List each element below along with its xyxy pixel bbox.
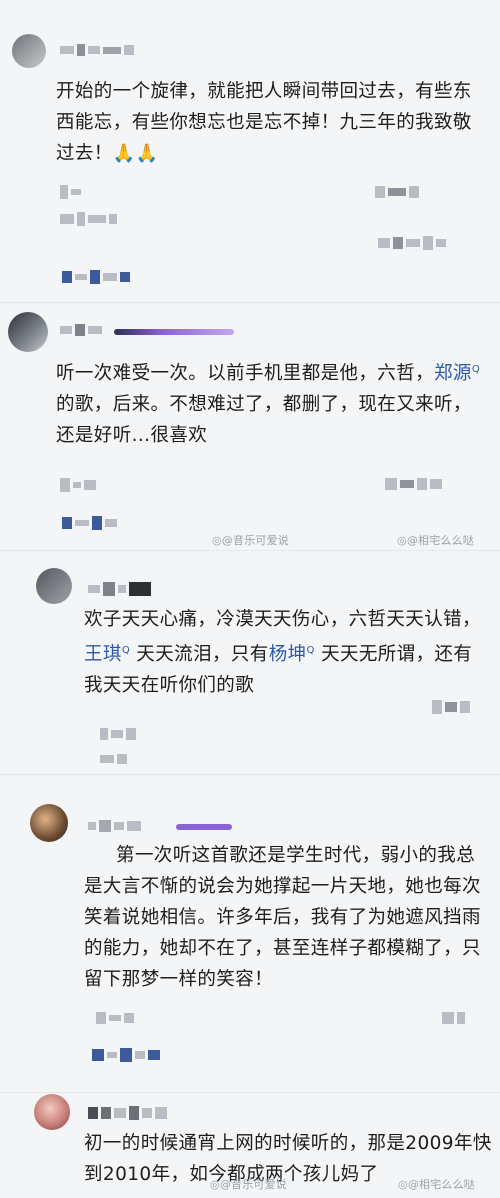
actions-censored[interactable]: [385, 478, 442, 490]
weibo-icon: ◎: [397, 534, 407, 547]
search-icon: Q: [471, 364, 481, 375]
actions-censored[interactable]: [378, 236, 446, 250]
username-censored[interactable]: [88, 820, 141, 832]
comment-3: 欢子天天心痛，冷漠天天伤心，六哲天天认错，王琪Q 天天流泪，只有杨坤Q 天天无所…: [0, 550, 500, 774]
comment-4: 第一次听这首歌还是学生时代，弱小的我总是大言不惭的说会为她撑起一片天地，她也每次…: [0, 774, 500, 1092]
avatar[interactable]: [36, 568, 72, 604]
watermark-right: ◎@相宅么么哒: [397, 534, 475, 547]
comment-text: 听一次难受一次。以前手机里都是他，六哲，郑源Q 的歌，后来。不想难过了，都删了，…: [56, 363, 481, 447]
comment-5: 初一的时候通宵上网的时候听的，那是2009年快到2010年，如今都成两个孩儿妈了…: [0, 1092, 500, 1198]
meta-censored: [60, 212, 117, 226]
comment-1: 开始的一个旋律，就能把人瞬间带回过去，有些东西能忘，有些你想忘也是忘不掉！九三年…: [0, 0, 500, 300]
comment-text: 第一次听这首歌还是学生时代，弱小的我总是大言不惭的说会为她撑起一片天地，她也每次…: [84, 845, 481, 990]
username-censored[interactable]: [60, 324, 102, 336]
search-icon: Q: [306, 645, 315, 656]
watermark-left: ◎@音乐可爱说: [210, 1178, 288, 1191]
actions-censored[interactable]: [375, 186, 419, 198]
comment-text: 欢子天天心痛，冷漠天天伤心，六哲天天认错，王琪Q 天天流泪，只有杨坤Q 天天无所…: [84, 609, 481, 697]
actions-censored[interactable]: [432, 700, 470, 714]
watermark-right: ◎@相宅么么哒: [398, 1178, 476, 1191]
avatar[interactable]: [12, 34, 46, 68]
weibo-icon: ◎: [398, 1178, 408, 1191]
reply-stats-censored[interactable]: [62, 270, 130, 284]
username-censored[interactable]: [88, 582, 151, 596]
meta-censored: [100, 728, 136, 740]
meta-censored: [96, 1012, 134, 1024]
avatar[interactable]: [8, 312, 48, 352]
weibo-icon: ◎: [212, 534, 222, 547]
reply-stats-censored[interactable]: [62, 516, 117, 530]
username-censored[interactable]: [88, 1106, 167, 1120]
reply-stats-censored[interactable]: [92, 1048, 160, 1062]
weibo-icon: ◎: [210, 1178, 220, 1191]
comment-2: 听一次难受一次。以前手机里都是他，六哲，郑源Q 的歌，后来。不想难过了，都删了，…: [0, 302, 500, 550]
artist-link[interactable]: 杨坤Q: [269, 644, 315, 665]
artist-link[interactable]: 郑源Q: [434, 363, 480, 384]
avatar[interactable]: [30, 804, 68, 842]
search-icon: Q: [121, 645, 131, 656]
member-badge: [114, 329, 234, 335]
member-badge: [176, 824, 232, 830]
reply-stats-censored[interactable]: [100, 754, 127, 764]
pray-emoji: 🙏🙏: [112, 143, 159, 164]
actions-censored[interactable]: [442, 1012, 465, 1024]
avatar[interactable]: [34, 1094, 70, 1130]
artist-link[interactable]: 王琪Q: [84, 644, 130, 665]
meta-censored: [60, 478, 96, 492]
comment-text: 开始的一个旋律，就能把人瞬间带回过去，有些东西能忘，有些你想忘也是忘不掉！九三年…: [56, 81, 472, 164]
watermark-left: ◎@音乐可爱说: [212, 534, 290, 547]
meta-censored: [60, 185, 81, 199]
username-censored[interactable]: [60, 44, 134, 56]
